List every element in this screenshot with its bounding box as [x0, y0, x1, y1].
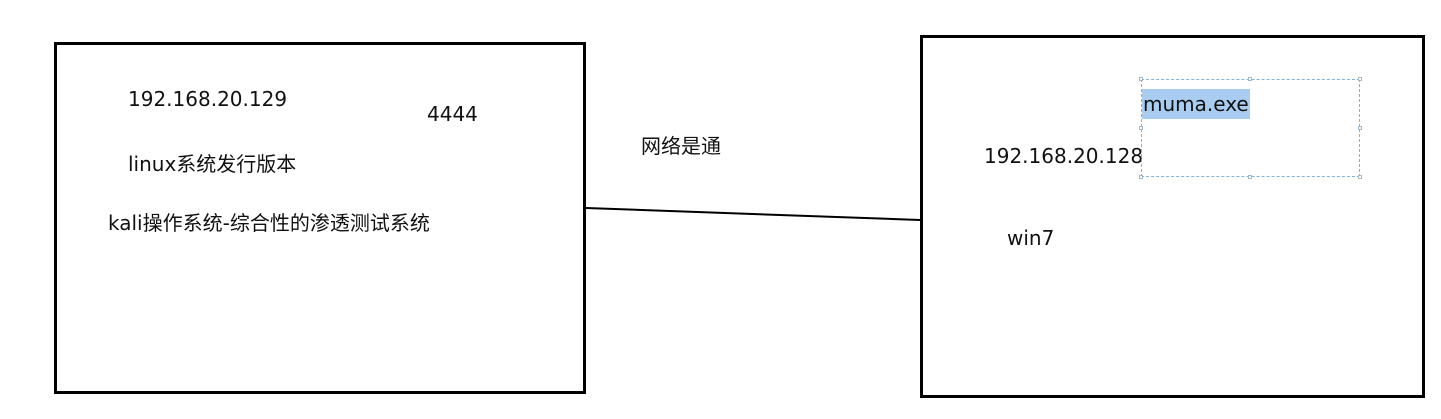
- attacker-distro-label: linux系统发行版本: [128, 152, 297, 176]
- attacker-ip-label: 192.168.20.129: [128, 87, 288, 111]
- diagram-canvas: 192.168.20.129 4444 linux系统发行版本 kali操作系统…: [0, 0, 1441, 419]
- connection-line: [585, 207, 921, 221]
- resize-handle-bottom-middle[interactable]: [1248, 175, 1252, 179]
- resize-handle-top-middle[interactable]: [1248, 77, 1252, 81]
- victim-ip-label: 192.168.20.128: [984, 144, 1144, 168]
- network-status-label: 网络是通: [641, 134, 721, 158]
- resize-handle-top-right[interactable]: [1358, 77, 1362, 81]
- resize-handle-middle-left[interactable]: [1139, 126, 1143, 130]
- resize-handle-top-left[interactable]: [1139, 77, 1143, 81]
- resize-handle-bottom-left[interactable]: [1139, 175, 1143, 179]
- resize-handle-bottom-right[interactable]: [1358, 175, 1362, 179]
- payload-filename-highlighted[interactable]: muma.exe: [1142, 89, 1250, 119]
- attacker-description-label: kali操作系统-综合性的渗透测试系统: [108, 211, 430, 235]
- resize-handle-middle-right[interactable]: [1358, 126, 1362, 130]
- attacker-port-label: 4444: [427, 102, 478, 126]
- victim-os-label: win7: [1007, 226, 1055, 250]
